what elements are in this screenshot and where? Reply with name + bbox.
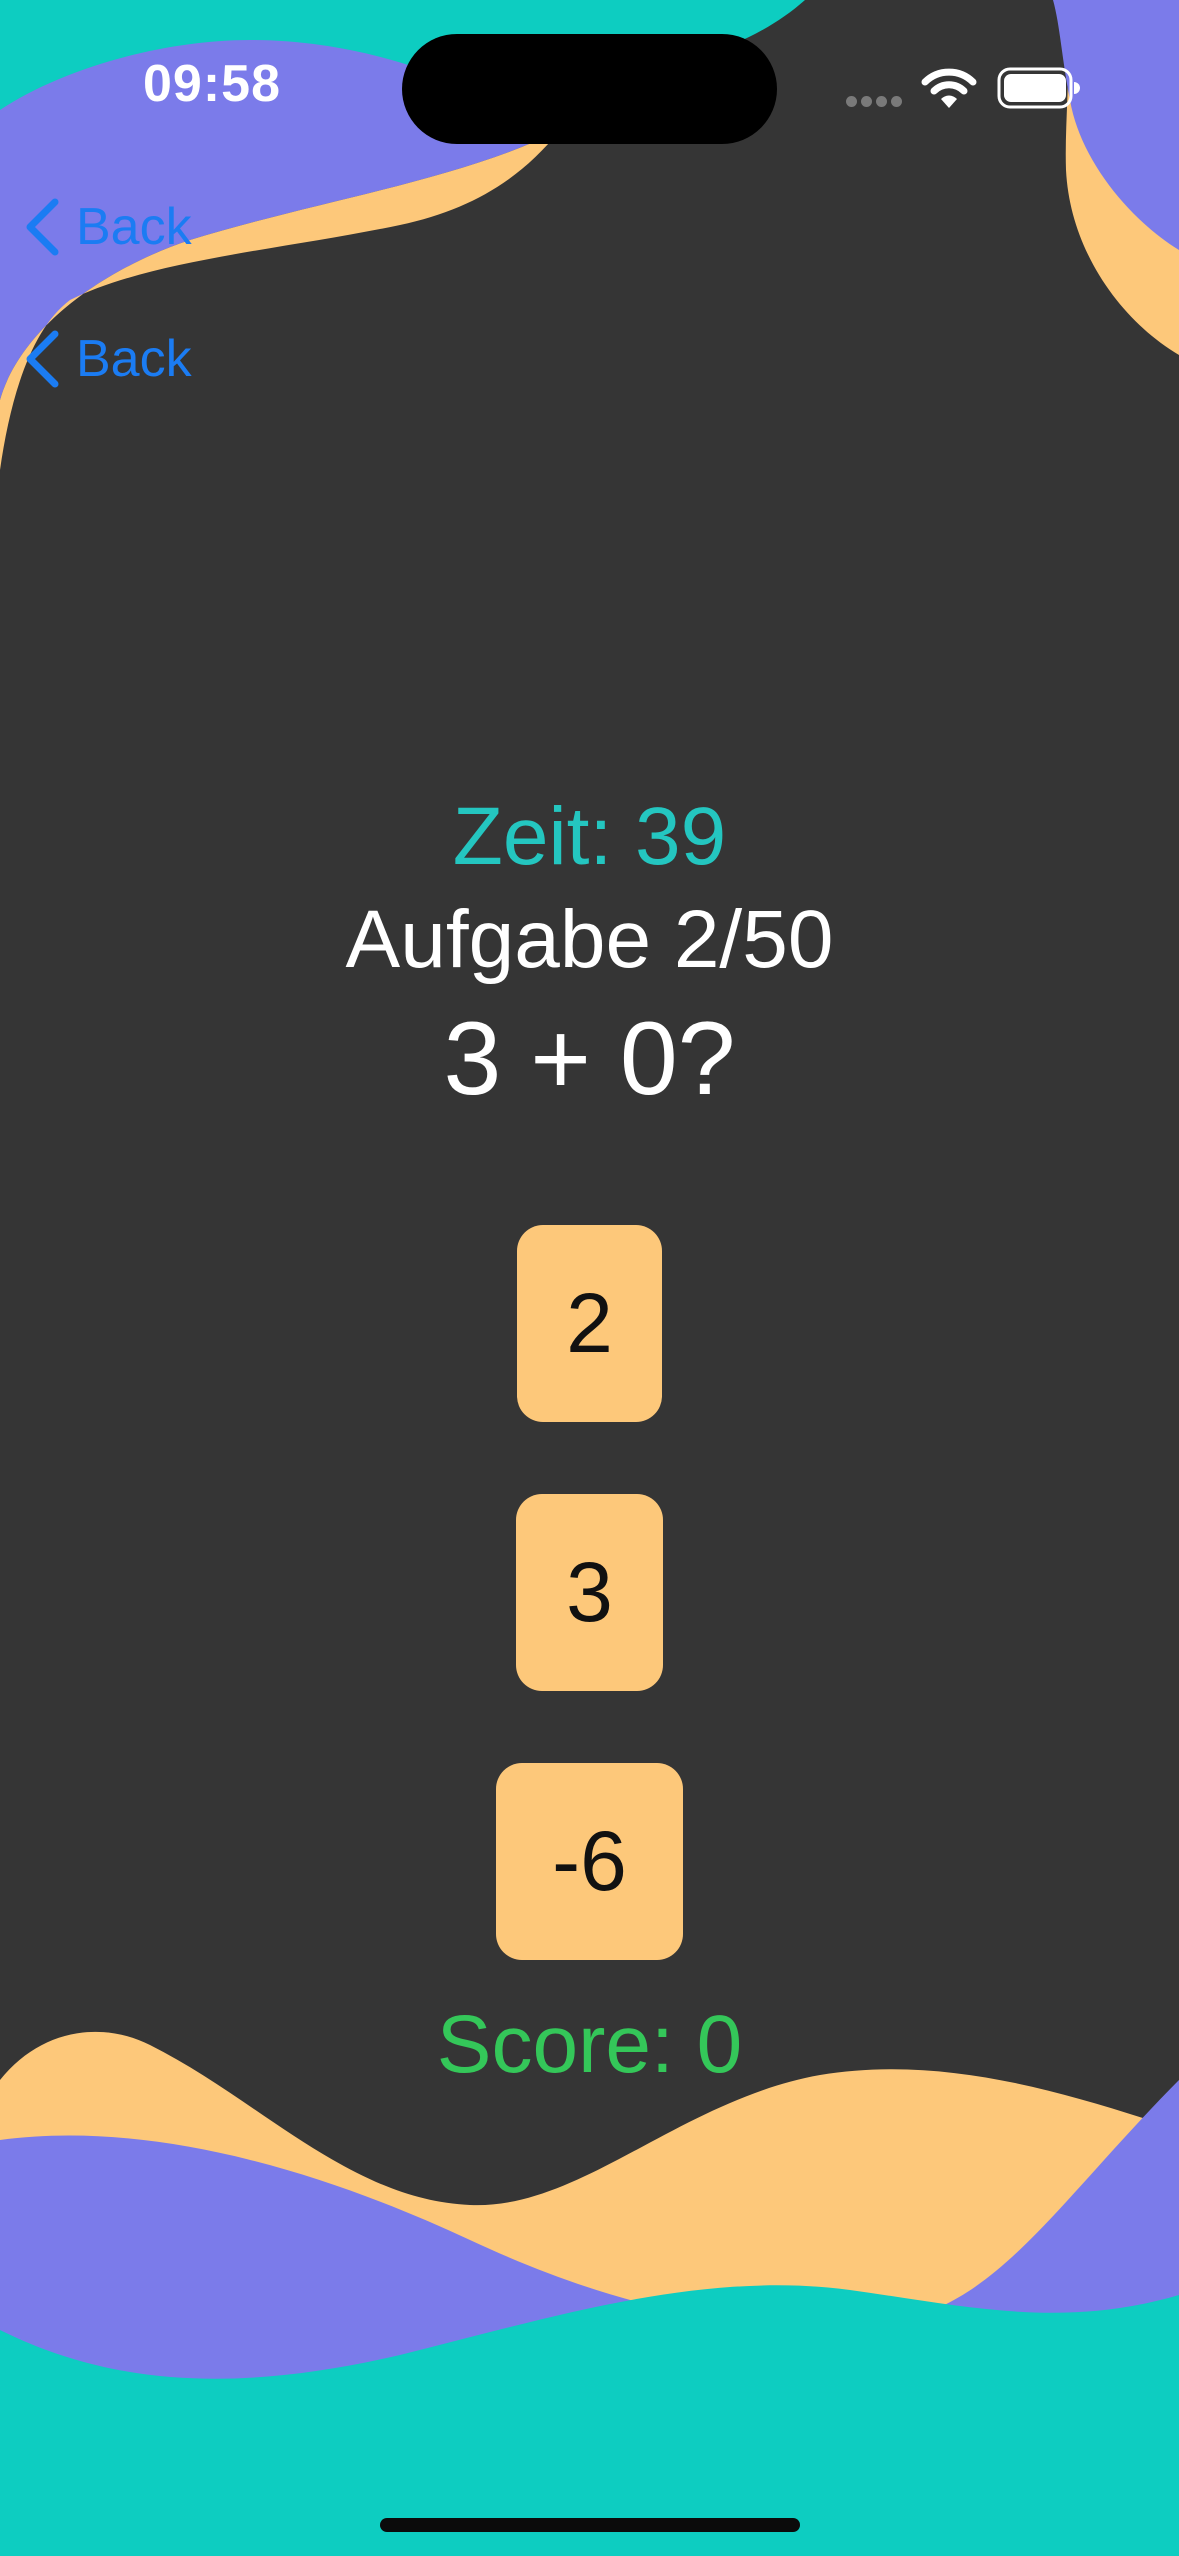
question-label: 3 + 0? [443,1001,736,1117]
home-indicator[interactable] [380,2518,800,2532]
answer-button-3[interactable]: -6 [496,1763,683,1960]
answer-button-2[interactable]: 3 [516,1494,663,1691]
back-button-secondary[interactable]: Back [22,324,192,394]
back-button-label: Back [76,198,192,256]
timer-label: Zeit: 39 [452,791,727,882]
cellular-signal-icon [846,94,906,112]
score-label: Score: 0 [436,1999,743,2090]
task-progress-label: Aufgabe 2/50 [345,894,834,985]
back-chevron-icon [26,198,59,256]
wifi-icon [921,68,977,108]
back-button[interactable]: Back [22,192,192,262]
back-chevron-icon [26,330,59,388]
battery-icon [997,67,1080,109]
back-button-label: Back [76,330,192,388]
answer-button-1[interactable]: 2 [517,1225,662,1422]
dynamic-island [402,34,777,144]
status-time: 09:58 [143,55,281,113]
